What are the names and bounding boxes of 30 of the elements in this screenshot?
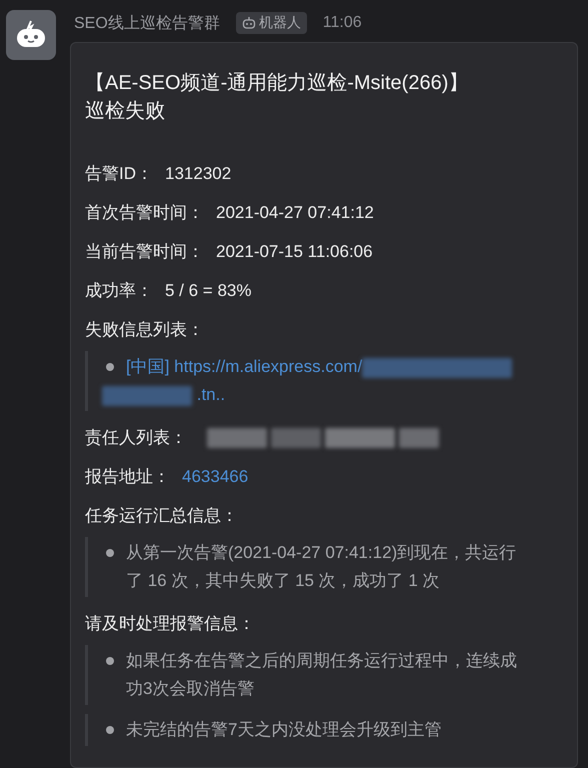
field-label: 告警ID：: [85, 163, 153, 185]
field-value: 1312302: [165, 163, 232, 185]
bullet-icon: [106, 657, 114, 665]
card-title: 【AE-SEO频道-通用能力巡检-Msite(266)】: [85, 71, 470, 96]
report-link[interactable]: 4633466: [182, 465, 248, 489]
failed-url-link[interactable]: [中国] https://m.aliexpress.com/: [126, 357, 362, 376]
bullet-icon: [106, 362, 114, 371]
url-tail: .tn..: [196, 385, 226, 404]
bullet-icon: [106, 549, 114, 557]
section-heading: 请及时处理报警信息：: [85, 613, 256, 635]
bullet-text: 未完结的告警7天之内没处理会升级到主管: [126, 719, 442, 741]
field-label: 责任人列表：: [85, 427, 187, 449]
robot-icon: [242, 16, 256, 30]
field-value: 5 / 6 = 83%: [165, 280, 252, 302]
field-label: 报告地址：: [85, 466, 170, 488]
card-title: 巡检失败: [85, 99, 166, 124]
section-heading: 失败信息列表：: [85, 319, 205, 341]
field-value: 2021-07-15 11:06:06: [216, 241, 373, 263]
section-heading: 任务运行汇总信息：: [85, 505, 239, 527]
robot-icon: [14, 20, 48, 50]
bullet-text: 如果任务在告警之后的周期任务运行过程中，连续成功3次会取消告警: [126, 650, 518, 700]
bullet-text: 从第一次告警(2021-04-27 07:41:12)到现在，共运行了 16 次，其中失败了 15 次，成功了 1 次: [126, 542, 518, 592]
field-value: 2021-04-27 07:41:12: [216, 202, 374, 224]
field-label: 当前告警时间：: [85, 241, 204, 263]
sender-name: SEO线上巡检告警群: [74, 14, 220, 34]
message-time: 11:06: [322, 14, 362, 32]
bullet-icon: [106, 726, 114, 734]
badge-label: 机器人: [258, 14, 301, 32]
field-label: 首次告警时间：: [85, 202, 204, 224]
field-label: 成功率：: [85, 280, 153, 302]
